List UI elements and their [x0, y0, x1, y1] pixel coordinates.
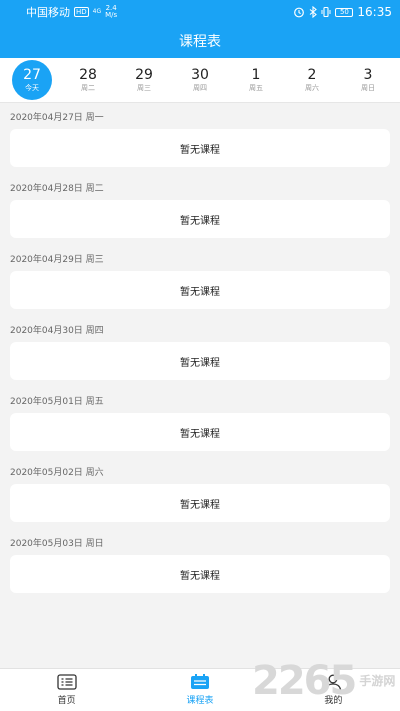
day-number: 28	[79, 67, 97, 83]
course-card[interactable]: 暂无课程	[10, 555, 390, 593]
clock: 16:35	[357, 5, 392, 19]
vibrate-icon	[321, 6, 331, 18]
day-label: 周日	[361, 84, 375, 92]
course-card[interactable]: 暂无课程	[10, 200, 390, 238]
schedule-day: 2020年05月01日 周五 暂无课程	[0, 392, 400, 463]
app-header: 中国移动 HD 4G 2.4 M/s 50 16:35 课程表	[0, 0, 400, 58]
date-label: 2020年04月28日 周二	[10, 184, 104, 194]
date-label: 2020年05月02日 周六	[10, 468, 104, 478]
course-card[interactable]: 暂无课程	[10, 271, 390, 309]
schedule-day: 2020年04月27日 周一 暂无课程	[0, 108, 400, 179]
date-label: 2020年04月29日 周三	[10, 255, 104, 265]
date-label: 2020年04月27日 周一	[10, 113, 104, 123]
date-label: 2020年04月30日 周四	[10, 326, 104, 336]
tab-schedule-label: 课程表	[186, 696, 214, 706]
user-icon	[325, 674, 342, 690]
bluetooth-icon	[310, 6, 318, 18]
status-bar: 中国移动 HD 4G 2.4 M/s 50 16:35	[0, 0, 400, 24]
course-empty-text: 暂无课程	[180, 570, 220, 582]
course-card[interactable]: 暂无课程	[10, 342, 390, 380]
day-28[interactable]: 28 周二	[68, 60, 108, 100]
tab-home[interactable]: 首页	[0, 669, 133, 711]
day-label: 周二	[81, 84, 95, 92]
page-title: 课程表	[179, 34, 221, 50]
day-30[interactable]: 30 周四	[180, 60, 220, 100]
course-empty-text: 暂无课程	[180, 428, 220, 440]
day-number: 30	[191, 67, 209, 83]
schedule-list: 2020年04月27日 周一 暂无课程 2020年04月28日 周二 暂无课程 …	[0, 108, 400, 605]
tab-schedule[interactable]: 课程表	[133, 669, 266, 711]
tab-home-label: 首页	[57, 696, 76, 706]
date-label: 2020年05月03日 周日	[10, 539, 104, 549]
course-empty-text: 暂无课程	[180, 215, 220, 227]
schedule-day: 2020年05月03日 周日 暂无课程	[0, 534, 400, 605]
day-3[interactable]: 3 周日	[348, 60, 388, 100]
day-number: 2	[307, 67, 317, 83]
course-card[interactable]: 暂无课程	[10, 413, 390, 451]
day-label: 周六	[305, 84, 319, 92]
day-number: 1	[251, 67, 261, 83]
page-title-row: 课程表	[0, 24, 400, 58]
status-left: 中国移动 HD 4G 2.4 M/s	[26, 4, 117, 20]
day-label: 周五	[249, 84, 263, 92]
course-card[interactable]: 暂无课程	[10, 484, 390, 522]
schedule-day: 2020年05月02日 周六 暂无课程	[0, 463, 400, 534]
course-empty-text: 暂无课程	[180, 144, 220, 156]
course-card[interactable]: 暂无课程	[10, 129, 390, 167]
schedule-day: 2020年04月28日 周二 暂无课程	[0, 179, 400, 250]
status-right: 50 16:35	[293, 5, 392, 19]
day-number: 29	[135, 67, 153, 83]
tab-mine-label: 我的	[324, 696, 343, 706]
course-empty-text: 暂无课程	[180, 499, 220, 511]
day-label: 周三	[137, 84, 151, 92]
bottom-tab-bar: 首页 课程表 我的	[0, 668, 400, 711]
hd-icon: HD	[74, 7, 89, 17]
day-label: 今天	[25, 84, 39, 92]
speed-unit: M/s	[105, 11, 118, 19]
day-label: 周四	[193, 84, 207, 92]
day-number: 3	[363, 67, 373, 83]
carrier-name: 中国移动	[26, 6, 70, 19]
day-number: 27	[23, 67, 41, 83]
week-strip: 27 今天 28 周二 29 周三 30 周四 1 周五 2 周六 3 周日	[0, 58, 400, 103]
battery-icon: 50	[335, 7, 354, 17]
calendar-icon	[190, 674, 209, 689]
day-27[interactable]: 27 今天	[12, 60, 52, 100]
course-empty-text: 暂无课程	[180, 286, 220, 298]
tab-mine[interactable]: 我的	[267, 669, 400, 711]
home-list-icon	[57, 674, 77, 690]
schedule-day: 2020年04月29日 周三 暂无课程	[0, 250, 400, 321]
schedule-day: 2020年04月30日 周四 暂无课程	[0, 321, 400, 392]
network-speed: 2.4 M/s	[105, 5, 117, 19]
day-29[interactable]: 29 周三	[124, 60, 164, 100]
day-2[interactable]: 2 周六	[292, 60, 332, 100]
alarm-icon	[294, 7, 305, 18]
signal-icon: 4G	[92, 8, 102, 15]
date-label: 2020年05月01日 周五	[10, 397, 104, 407]
course-empty-text: 暂无课程	[180, 357, 220, 369]
day-1[interactable]: 1 周五	[236, 60, 276, 100]
